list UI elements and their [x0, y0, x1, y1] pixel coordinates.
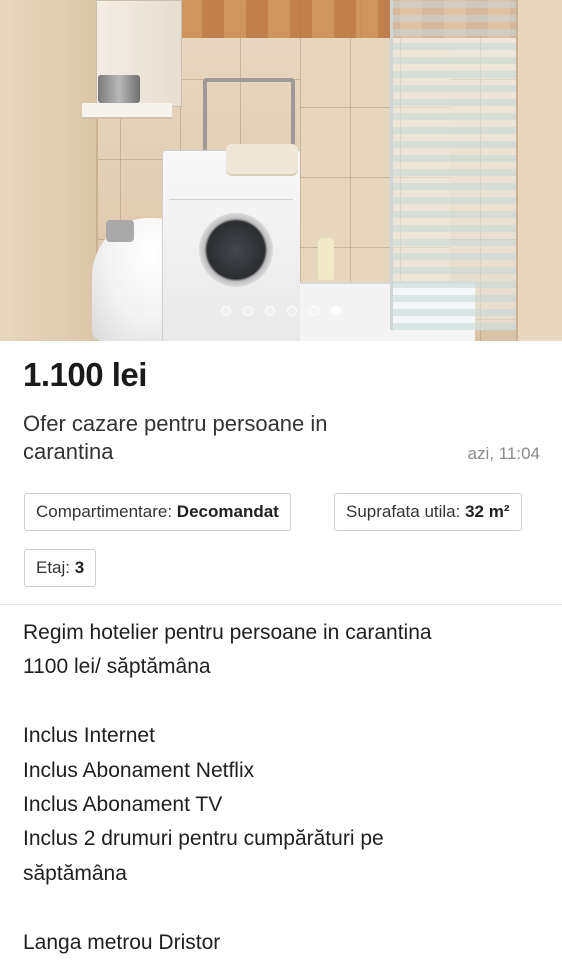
listing-photo-gallery[interactable]: [0, 0, 562, 341]
soap-bottle: [318, 238, 334, 280]
description-line: Inclus Abonament TV: [23, 793, 223, 817]
attribute-value: Decomandat: [176, 502, 279, 521]
attribute-label: Etaj:: [36, 558, 71, 577]
description-line: săptămâna: [23, 861, 127, 885]
attribute-value: 32 m²: [465, 502, 510, 521]
listing-price: 1.100 lei: [23, 356, 147, 393]
attribute-label: Compartimentare:: [36, 502, 173, 521]
gallery-dot[interactable]: [287, 306, 297, 316]
washer-panel: [169, 173, 293, 200]
description-line: Regim hotelier pentru persoane in carant…: [23, 621, 432, 644]
washer-door: [199, 213, 273, 287]
left-wall: [0, 0, 98, 341]
description-line: 1100 lei/ săptămâna: [23, 655, 211, 679]
cups: [98, 75, 140, 103]
shower-glass: [390, 0, 526, 330]
description-line: [23, 685, 543, 719]
attribute-label: Suprafata utila:: [346, 502, 461, 521]
attribute-tag-etaj: Etaj: 3: [24, 549, 97, 587]
section-divider: [0, 604, 562, 605]
gallery-dot-active[interactable]: [331, 306, 341, 316]
gallery-dot[interactable]: [265, 306, 275, 316]
attribute-tag-suprafata: Suprafata utila: 32 m²: [334, 493, 522, 531]
description-line: [23, 891, 543, 925]
listing-description: Regim hotelier pentru persoane in carant…: [23, 616, 543, 960]
right-wall: [516, 0, 562, 341]
posted-time: azi, 11:04: [467, 444, 540, 463]
gallery-dot[interactable]: [243, 306, 253, 316]
gallery-dot[interactable]: [221, 306, 231, 316]
gallery-pagination: [0, 306, 562, 316]
attribute-tag-compartimentare: Compartimentare: Decomandat: [24, 493, 291, 531]
listing-title: Ofer cazare pentru persoane in carantina: [23, 411, 328, 464]
description-line: Inclus 2 drumuri pentru cumpărături pe: [23, 827, 384, 851]
folded-towel: [226, 144, 298, 174]
attribute-value: 3: [74, 558, 85, 577]
gallery-dot[interactable]: [309, 306, 319, 316]
description-line: Inclus Abonament Netflix: [23, 758, 255, 782]
shelf: [82, 103, 172, 119]
description-line: Inclus Internet: [23, 724, 155, 748]
description-line: Langa metrou Dristor: [23, 930, 221, 954]
faucet: [106, 220, 134, 242]
